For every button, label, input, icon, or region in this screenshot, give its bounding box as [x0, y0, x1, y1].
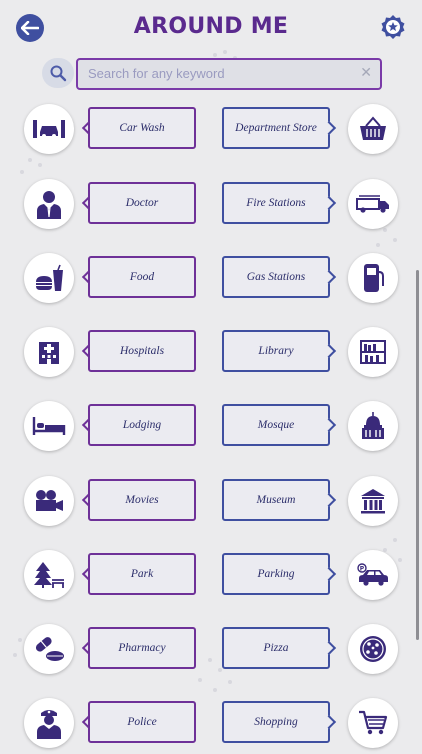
category-row: Food Gas Stations [0, 249, 422, 309]
category-icon-circle [24, 476, 74, 526]
bookshelf-icon [360, 340, 386, 364]
category-icon-circle [348, 253, 398, 303]
category-fire-stations[interactable]: Fire Stations [222, 175, 422, 235]
category-pizza[interactable]: Pizza [222, 620, 422, 680]
search-button[interactable] [42, 58, 74, 88]
category-label: Hospitals [88, 330, 196, 372]
category-label: Pharmacy [88, 627, 196, 669]
category-icon-circle [24, 698, 74, 748]
category-department-store[interactable]: Department Store [222, 100, 422, 160]
fuel-pump-icon [364, 264, 384, 292]
category-row: Movies Museum [0, 472, 422, 532]
category-label: Movies [88, 479, 196, 521]
police-icon [37, 710, 61, 739]
category-row: Hospitals Library [0, 323, 422, 383]
category-food[interactable]: Food [0, 249, 200, 309]
category-label: Park [88, 553, 196, 595]
category-icon-circle [24, 327, 74, 377]
category-gas-stations[interactable]: Gas Stations [222, 249, 422, 309]
category-label: Shopping [222, 701, 330, 743]
bed-icon [32, 417, 66, 435]
category-label: Parking [222, 553, 330, 595]
car-wash-icon [33, 120, 65, 138]
food-icon [36, 264, 63, 291]
category-lodging[interactable]: Lodging [0, 397, 200, 457]
header: AROUND ME [0, 0, 422, 56]
category-icon-circle [348, 401, 398, 451]
category-label: Doctor [88, 182, 196, 224]
category-label: Library [222, 330, 330, 372]
category-icon-circle: P [348, 550, 398, 600]
favorites-button[interactable] [380, 14, 406, 40]
doctor-icon [37, 191, 61, 219]
museum-icon [361, 489, 385, 514]
category-label: Museum [222, 479, 330, 521]
category-hospitals[interactable]: Hospitals [0, 323, 200, 383]
category-row: Lodging Mosque [0, 397, 422, 457]
category-doctor[interactable]: Doctor [0, 175, 200, 235]
category-icon-circle [24, 104, 74, 154]
shopping-cart-icon [359, 710, 388, 735]
category-label: Police [88, 701, 196, 743]
category-parking[interactable]: Parking P [222, 546, 422, 606]
search-input[interactable] [78, 60, 348, 86]
search-bar: ✕ [42, 58, 382, 90]
category-row: Park Parking P [0, 546, 422, 606]
category-movies[interactable]: Movies [0, 472, 200, 532]
category-icon-circle [348, 624, 398, 674]
category-mosque[interactable]: Mosque [222, 397, 422, 457]
category-library[interactable]: Library [222, 323, 422, 383]
category-museum[interactable]: Museum [222, 472, 422, 532]
category-row: Police Shopping [0, 694, 422, 754]
category-label: Fire Stations [222, 182, 330, 224]
category-icon-circle [348, 179, 398, 229]
category-label: Lodging [88, 404, 196, 446]
scrollbar[interactable] [416, 270, 419, 640]
category-car-wash[interactable]: Car Wash [0, 100, 200, 160]
category-icon-circle [348, 698, 398, 748]
hospital-icon [39, 342, 59, 364]
fire-truck-icon [356, 195, 389, 213]
category-icon-circle [348, 476, 398, 526]
category-row: Car Wash Department Store [0, 100, 422, 160]
basket-icon [360, 116, 386, 140]
category-icon-circle [24, 179, 74, 229]
category-row: Doctor Fire Stations [0, 175, 422, 235]
parking-car-icon: P [357, 563, 388, 586]
dome-icon [362, 412, 384, 439]
clear-search-icon[interactable]: ✕ [360, 64, 372, 81]
pizza-icon [360, 636, 386, 662]
pills-icon [35, 637, 64, 661]
park-icon [34, 562, 64, 588]
category-label: Department Store [222, 107, 330, 149]
category-icon-circle [24, 401, 74, 451]
category-row: Pharmacy Pizza [0, 620, 422, 680]
category-label: Mosque [222, 404, 330, 446]
category-icon-circle [348, 104, 398, 154]
search-icon [50, 65, 67, 82]
category-label: Gas Stations [222, 256, 330, 298]
category-label: Pizza [222, 627, 330, 669]
category-icon-circle [24, 253, 74, 303]
category-pharmacy[interactable]: Pharmacy [0, 620, 200, 680]
category-police[interactable]: Police [0, 694, 200, 754]
page-title: AROUND ME [133, 14, 289, 39]
category-icon-circle [348, 327, 398, 377]
svg-text:P: P [360, 566, 365, 573]
category-icon-circle [24, 624, 74, 674]
category-label: Food [88, 256, 196, 298]
category-park[interactable]: Park [0, 546, 200, 606]
category-icon-circle [24, 550, 74, 600]
movie-camera-icon [36, 490, 63, 511]
star-badge-icon [381, 15, 405, 39]
category-shopping[interactable]: Shopping [222, 694, 422, 754]
category-label: Car Wash [88, 107, 196, 149]
search-field: ✕ [76, 58, 382, 90]
